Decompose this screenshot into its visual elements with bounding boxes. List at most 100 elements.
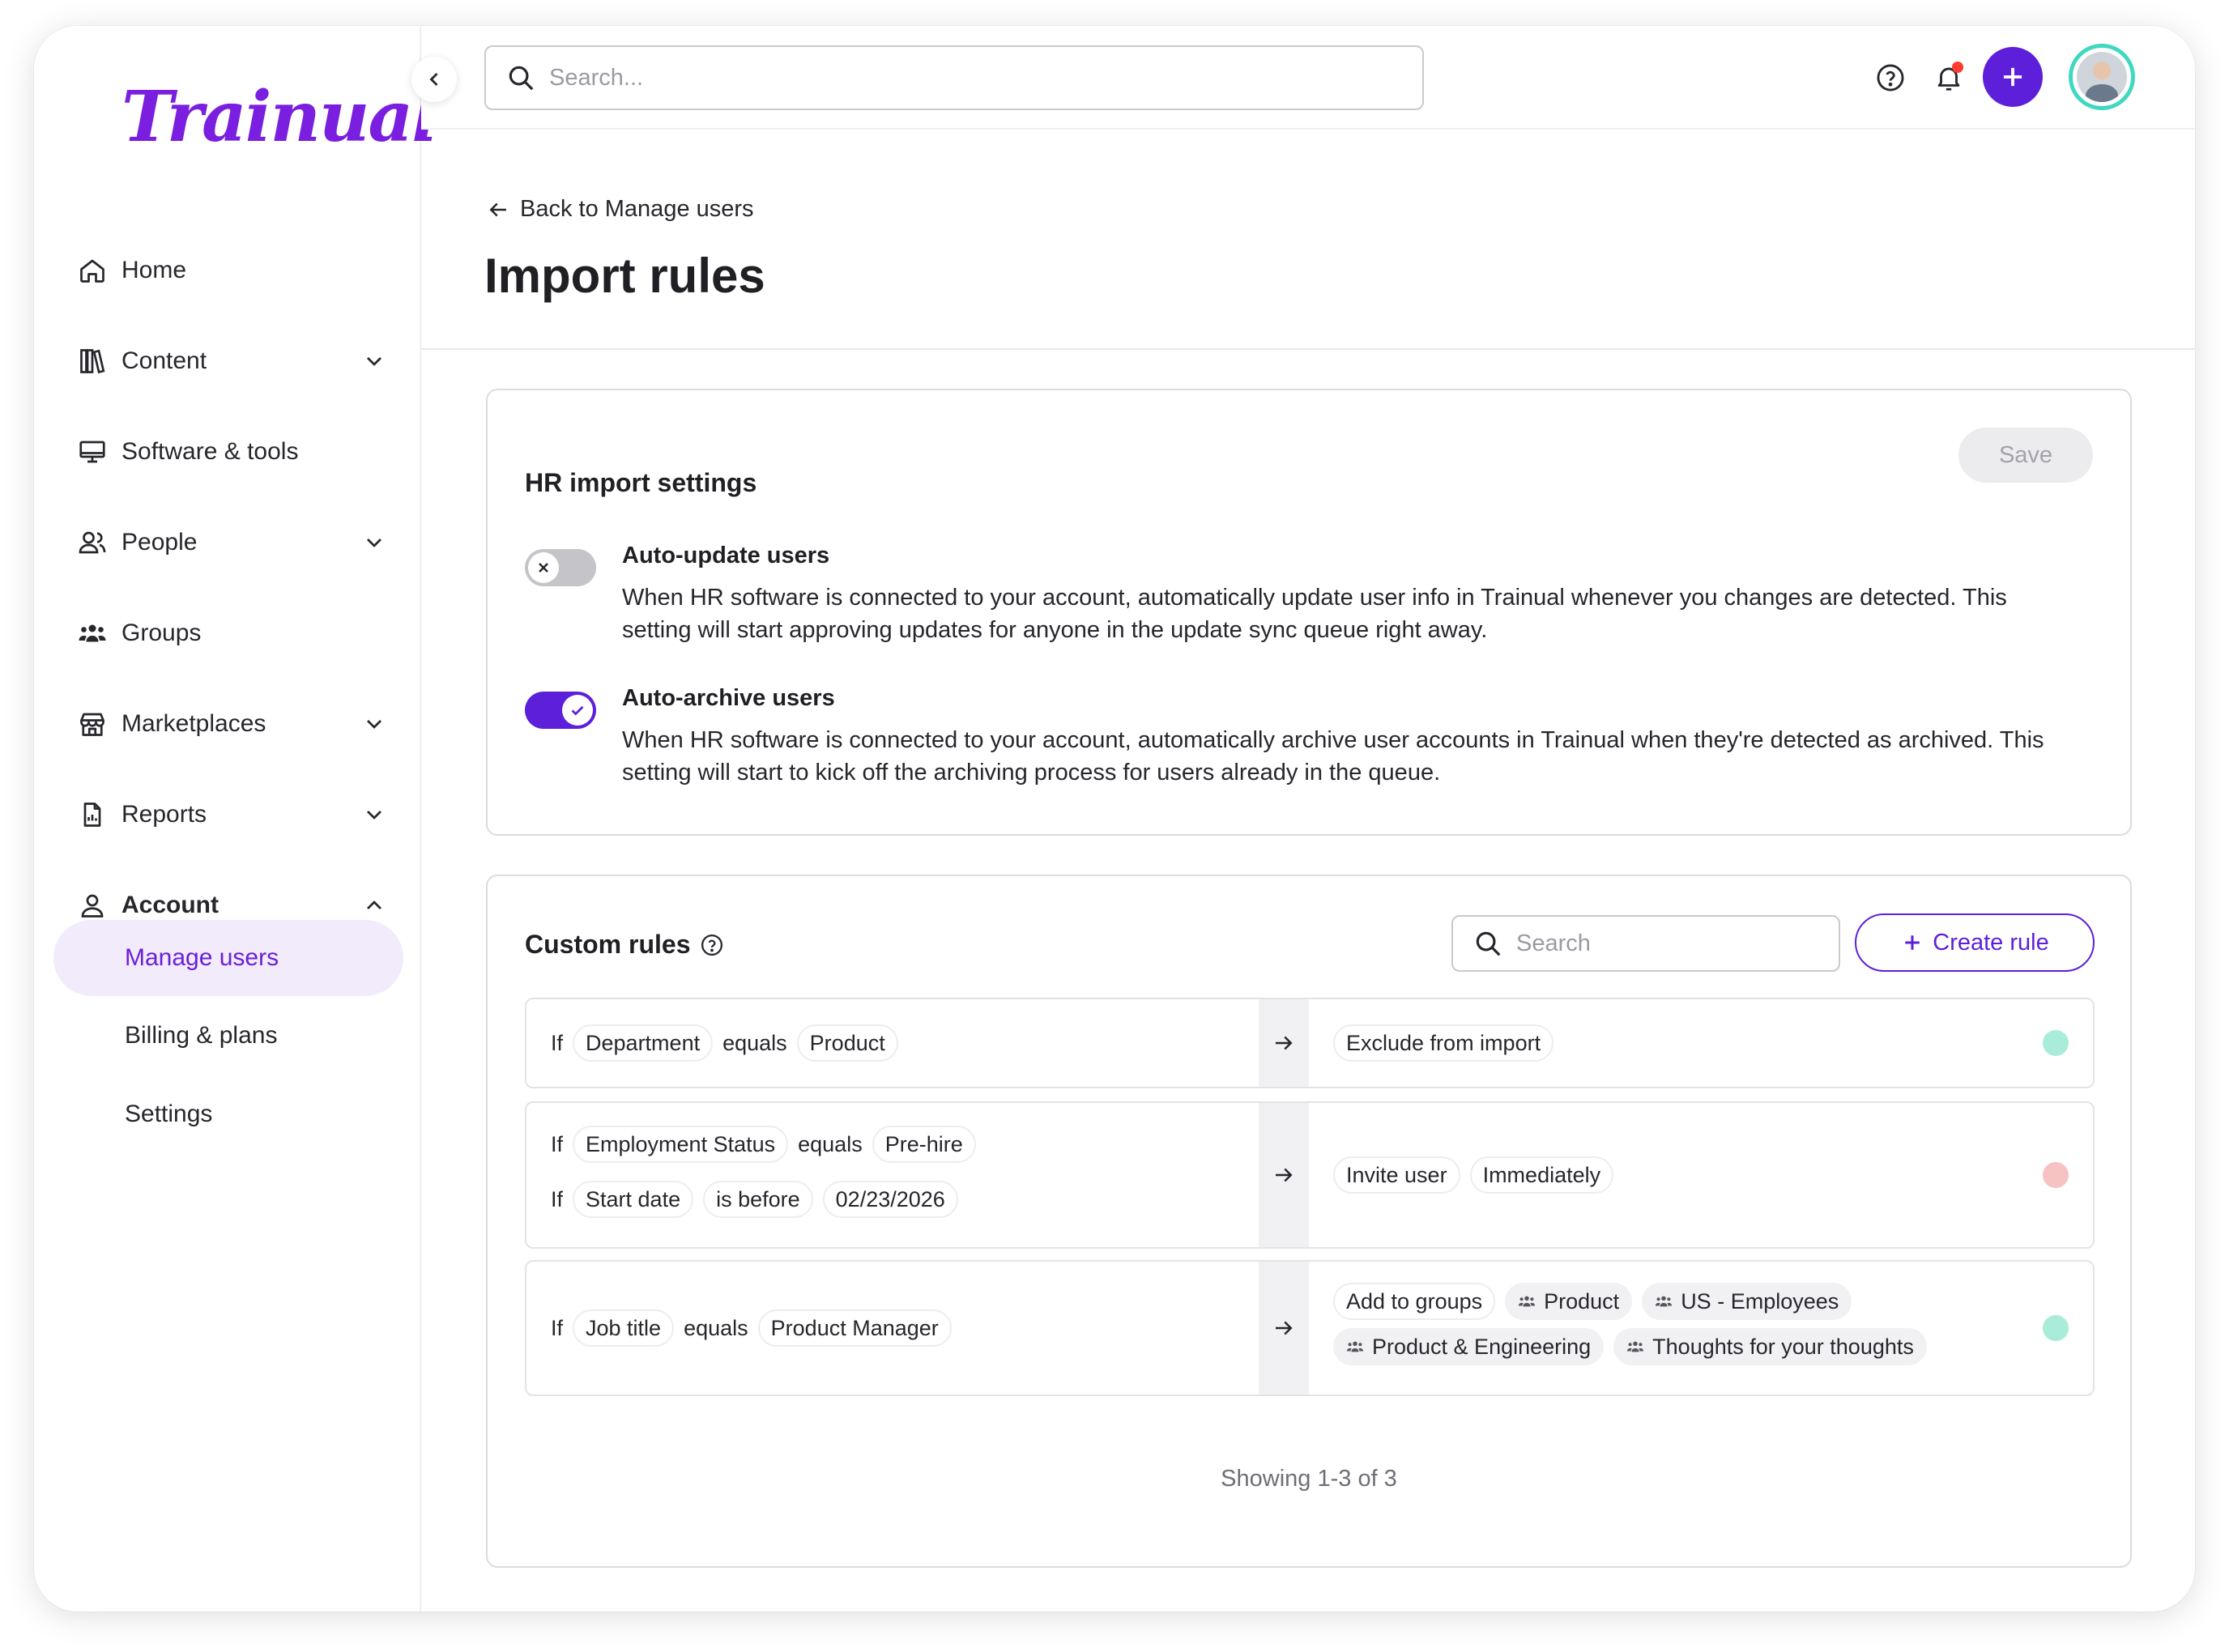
pagination-summary: Showing 1-3 of 3 (1221, 1466, 1397, 1492)
nav-settings[interactable]: Settings (53, 1076, 403, 1152)
rule-row[interactable]: If Employment Status equals Pre-hire If … (525, 1101, 2095, 1249)
user-icon (76, 889, 109, 922)
rule-conditions: If Employment Status equals Pre-hire If … (526, 1103, 1259, 1247)
topbar: Search... (421, 26, 2195, 130)
groups-icon (76, 617, 109, 649)
if-keyword: If (551, 1030, 564, 1055)
global-search-placeholder: Search... (549, 64, 644, 91)
rule-status-dot (2043, 1030, 2069, 1056)
help-icon[interactable] (1871, 58, 1910, 97)
notification-dot (1952, 62, 1963, 73)
operator-label: equals (798, 1131, 863, 1156)
chevron-down-icon[interactable] (361, 802, 387, 834)
chevron-left-icon (423, 68, 445, 91)
rule-condition: If Start date is before 02/23/2026 (551, 1181, 968, 1218)
rule-status-dot (2043, 1162, 2069, 1188)
rule-row[interactable]: If Department equals Product Exclude fro… (525, 998, 2095, 1088)
auto-update-toggle[interactable] (525, 549, 596, 586)
rule-status-dot (2043, 1315, 2069, 1341)
custom-rules-header: Custom rules (525, 930, 724, 960)
user-avatar[interactable] (2069, 44, 2135, 110)
rule-arrow (1259, 1103, 1309, 1247)
people-icon (76, 526, 109, 559)
nav-software[interactable]: Software & tools (76, 428, 416, 476)
nav-billing[interactable]: Billing & plans (53, 998, 403, 1074)
rules-search-input[interactable]: Search (1451, 915, 1840, 972)
create-rule-label: Create rule (1933, 929, 2049, 956)
create-rule-button[interactable]: Create rule (1855, 913, 2095, 972)
global-search-input[interactable]: Search... (484, 45, 1424, 110)
rule-arrow (1259, 1262, 1309, 1394)
nav-account-label: Account (121, 892, 219, 918)
nav-home[interactable]: Home (76, 246, 416, 295)
rule-actions: Invite user Immediately (1309, 1103, 2093, 1247)
sidebar: Trainual Home Content Software & tools P… (34, 26, 438, 1612)
nav-reports[interactable]: Reports (76, 790, 416, 839)
operator-chip: is before (703, 1181, 813, 1218)
nav-manage-users[interactable]: Manage users (53, 920, 403, 996)
custom-rules-card: Custom rules Search Create rule If Depar… (486, 875, 2132, 1568)
rule-row[interactable]: If Job title equals Product Manager Add … (525, 1260, 2095, 1396)
field-chip: Department (573, 1024, 714, 1062)
action-chip: Exclude from import (1333, 1024, 1554, 1062)
check-icon (562, 695, 593, 726)
operator-label: equals (722, 1030, 787, 1055)
nav-content[interactable]: Content (76, 337, 416, 385)
group-chip-label: Product & Engineering (1372, 1334, 1592, 1359)
operator-label: equals (684, 1315, 748, 1340)
rule-actions: Add to groups Product US - Employees Pro… (1309, 1262, 2093, 1394)
nav-marketplaces[interactable]: Marketplaces (76, 700, 416, 748)
app-window: Trainual Home Content Software & tools P… (34, 26, 2195, 1612)
page-title: Import rules (484, 249, 765, 303)
nav-people[interactable]: People (76, 518, 416, 567)
create-new-button[interactable] (1983, 47, 2043, 107)
store-icon (76, 708, 109, 740)
chevron-down-icon[interactable] (361, 348, 387, 381)
rule-actions: Exclude from import (1309, 999, 2093, 1087)
field-chip: Employment Status (573, 1126, 789, 1163)
arrow-right-icon (1272, 1031, 1296, 1055)
x-icon (528, 552, 559, 583)
nav-home-label: Home (121, 257, 187, 283)
search-icon (1473, 928, 1503, 959)
value-chip: Pre-hire (872, 1126, 976, 1163)
arrow-right-icon (1272, 1316, 1296, 1340)
rule-arrow (1259, 999, 1309, 1087)
arrow-left-icon (486, 198, 510, 222)
group-icon (1626, 1338, 1644, 1356)
chevron-down-icon[interactable] (361, 711, 387, 743)
group-icon (1346, 1338, 1364, 1356)
report-icon (76, 798, 109, 831)
page-header: Back to Manage users Import rules (421, 130, 2195, 350)
collapse-sidebar-button[interactable] (411, 57, 457, 102)
chevron-down-icon[interactable] (361, 530, 387, 562)
rules-search-placeholder: Search (1516, 930, 1591, 956)
group-chip-label: Product (1544, 1288, 1620, 1314)
arrow-right-icon (1272, 1163, 1296, 1187)
group-chip: Product (1505, 1283, 1633, 1320)
monitor-icon (76, 436, 109, 468)
field-chip: Job title (573, 1309, 675, 1347)
home-icon (76, 254, 109, 287)
action-list: Invite user Immediately (1333, 1156, 1623, 1194)
notification-bell-icon[interactable] (1929, 58, 1968, 97)
nav-groups-label: Groups (121, 620, 202, 646)
back-link-label: Back to Manage users (520, 196, 754, 222)
help-icon[interactable] (700, 933, 724, 957)
search-icon (505, 62, 536, 93)
auto-archive-toggle[interactable] (525, 692, 596, 729)
group-chip-label: Thoughts for your thoughts (1652, 1334, 1914, 1359)
rule-condition: If Employment Status equals Pre-hire (551, 1126, 986, 1163)
value-chip: 02/23/2026 (822, 1181, 958, 1218)
action-list: Product & Engineering Thoughts for your … (1333, 1328, 1937, 1365)
nav-groups[interactable]: Groups (76, 609, 416, 658)
if-keyword: If (551, 1131, 564, 1156)
group-chip: US - Employees (1642, 1283, 1852, 1320)
save-button[interactable]: Save (1958, 428, 2093, 483)
action-chip: Invite user (1333, 1156, 1460, 1194)
group-icon (1518, 1292, 1536, 1310)
back-link[interactable]: Back to Manage users (486, 196, 754, 223)
trainual-logo[interactable]: Trainual (121, 76, 438, 158)
group-chip: Thoughts for your thoughts (1613, 1328, 1927, 1365)
custom-rules-title: Custom rules (525, 930, 691, 959)
